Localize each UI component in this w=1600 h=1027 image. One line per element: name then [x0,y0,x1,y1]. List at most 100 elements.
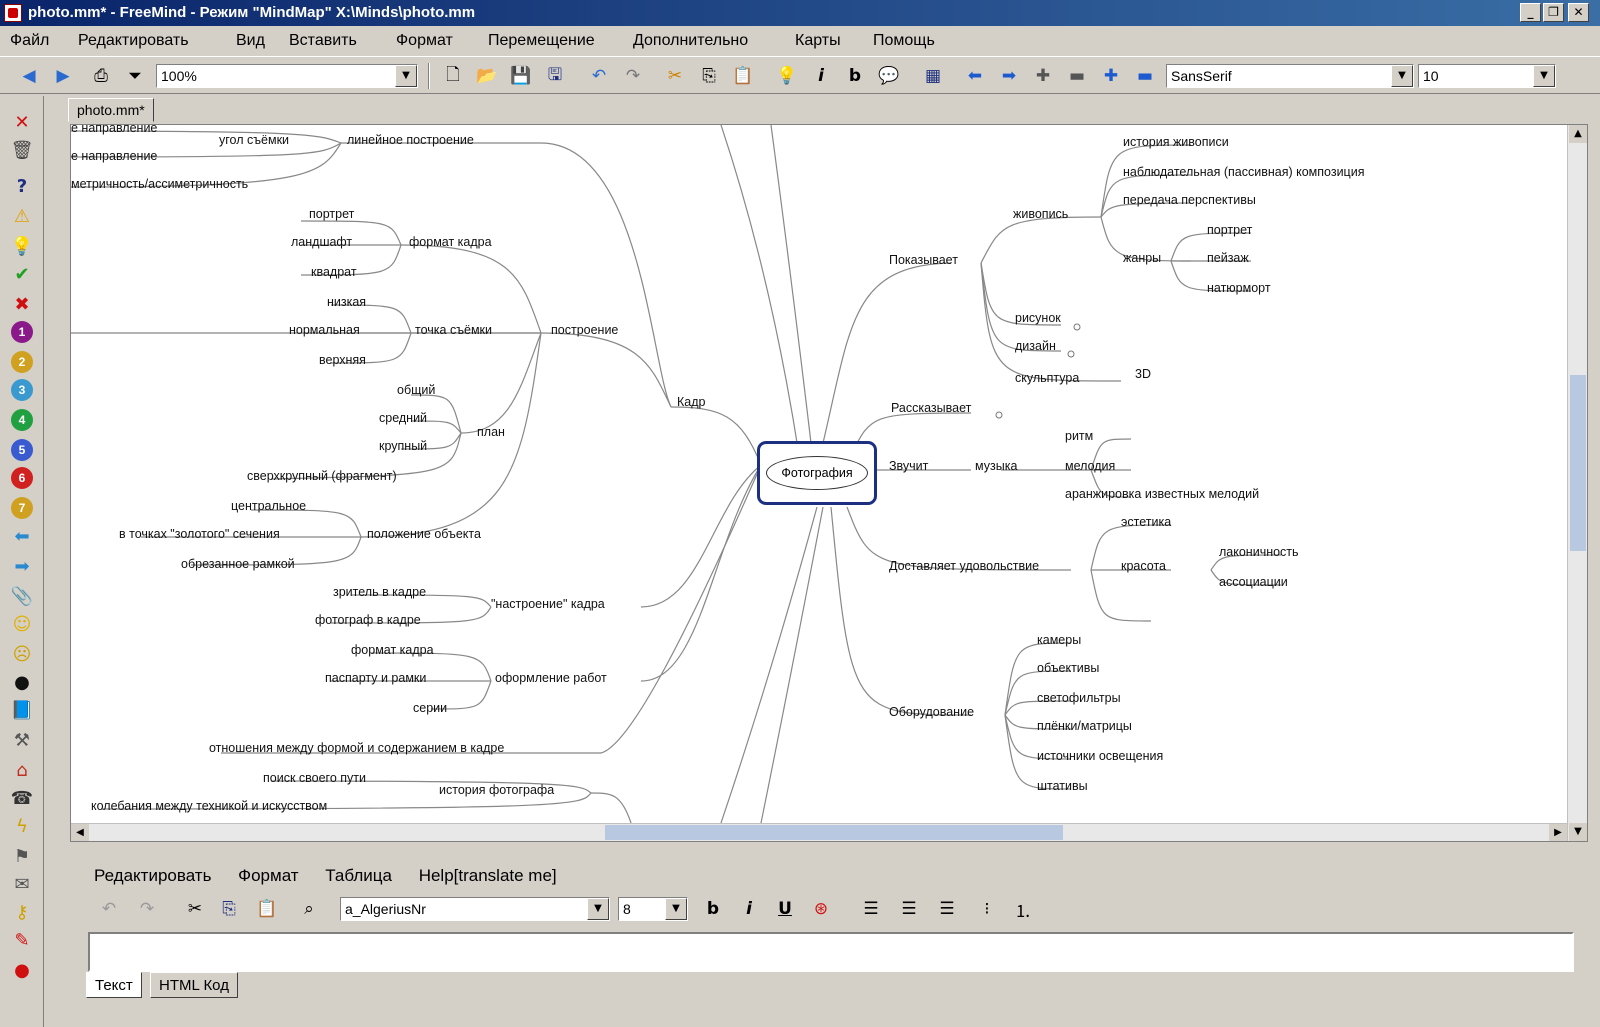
menu-edit[interactable]: Редактировать [78,32,189,50]
node-angle-2[interactable]: е направление [71,149,157,163]
node-associations[interactable]: ассоциации [1219,575,1288,589]
cancel-icon[interactable]: ✖ [8,290,36,318]
node-shows[interactable]: Показывает [889,253,958,267]
bold-icon[interactable]: b [842,63,868,89]
lightning-icon[interactable]: ϟ [8,812,36,840]
scroll-up-icon[interactable]: ▲ [1569,125,1587,143]
node-sculpture[interactable]: скульптура [1015,371,1079,385]
expand-icon[interactable]: ✚ [1098,63,1124,89]
menu-maps[interactable]: Карты [795,32,841,50]
close-button[interactable]: ✕ [1568,3,1589,22]
question-icon[interactable]: ? [8,172,36,200]
align-center-icon[interactable]: ☰ [896,896,922,922]
cut-icon[interactable]: ✂ [662,63,688,89]
menu-tools[interactable]: Дополнительно [633,32,748,50]
new-file-icon[interactable]: 🗋 [440,63,466,89]
menu-navigate[interactable]: Перемещение [488,32,595,50]
node-mood-photographer[interactable]: фотограф в кадре [315,613,421,627]
copy-icon[interactable]: ⎘ [696,63,722,89]
underline-icon[interactable]: U [772,896,798,922]
phone-icon[interactable]: ☎ [8,784,36,812]
font-size-select[interactable]: 10 ▼ [1418,64,1556,88]
paste-icon[interactable]: 📋 [254,896,280,922]
node-tripods[interactable]: штативы [1037,779,1088,793]
node-history-path[interactable]: поиск своего пути [263,771,366,785]
maximize-button[interactable]: ❐ [1543,3,1564,22]
node-plan-medium[interactable]: средний [379,411,427,425]
node-angle-1[interactable]: е направление [71,125,157,135]
smiley-icon[interactable]: ☺ [8,610,36,638]
node-composition[interactable]: наблюдательная (пассивная) композиция [1123,165,1364,179]
key-icon[interactable]: ⚷ [8,898,36,926]
node-laconic[interactable]: лаконичность [1219,545,1299,559]
node-construction[interactable]: построение [551,323,618,337]
node-history[interactable]: история фотографа [439,783,554,797]
chevron-down-icon[interactable]: ▼ [1391,65,1413,87]
filter-icon[interactable]: ⏷ [122,63,148,89]
chevron-down-icon[interactable]: ▼ [1533,65,1555,87]
paste-icon[interactable]: 📋 [730,63,756,89]
priority-3-icon[interactable]: 3 [8,376,36,404]
node-format-square[interactable]: квадрат [311,265,357,279]
sad-face-icon[interactable]: ☹ [8,640,36,668]
copy-icon[interactable]: ⎘ [216,896,242,922]
note-menu-format[interactable]: Формат [238,866,298,885]
save-as-icon[interactable]: 🖫 [542,63,568,89]
redo-icon[interactable]: ↷ [620,63,646,89]
node-melody[interactable]: мелодия [1065,459,1115,473]
arrow-right-icon[interactable]: ➡ [996,63,1022,89]
node-frame[interactable]: Кадр [677,395,705,409]
node-sounds[interactable]: Звучит [889,459,928,473]
back-arrow-icon[interactable]: ⬅ [8,522,36,550]
node-films[interactable]: плёнки/матрицы [1037,719,1132,733]
home-icon[interactable]: ⌂ [8,756,36,784]
node-perspective[interactable]: передача перспективы [1123,193,1256,207]
menu-file[interactable]: Файл [10,32,49,50]
numbered-list-icon[interactable]: ⒈ [1010,896,1036,922]
node-plan-large[interactable]: крупный [379,439,427,453]
node-cameras[interactable]: камеры [1037,633,1081,647]
open-folder-icon[interactable]: 📂 [474,63,500,89]
minimize-button[interactable]: _ [1520,3,1541,22]
priority-4-icon[interactable]: 4 [8,406,36,434]
priority-2-icon[interactable]: 2 [8,348,36,376]
node-point-normal[interactable]: нормальная [289,323,360,337]
cut-icon[interactable]: ✂ [182,896,208,922]
tab-text[interactable]: Текст [86,972,142,998]
node-point-high[interactable]: верхняя [319,353,366,367]
color-icon[interactable]: ⊛ [808,896,834,922]
hammer-icon[interactable]: ⚒ [8,726,36,754]
menu-format[interactable]: Формат [396,32,453,50]
menu-help[interactable]: Помощь [873,32,935,50]
node-rhythm[interactable]: ритм [1065,429,1093,443]
align-right-icon[interactable]: ☰ [934,896,960,922]
trash-icon[interactable]: 🗑 [8,136,36,164]
collapse-icon[interactable]: ▬ [1132,63,1158,89]
remove-icon[interactable]: ✕ [8,108,36,136]
undo-icon[interactable]: ↶ [96,896,122,922]
node-position-cut[interactable]: обрезанное рамкой [181,557,295,571]
idea-icon[interactable]: 💡 [774,63,800,89]
grid-icon[interactable]: ▦ [920,63,946,89]
node-filters[interactable]: светофильтры [1037,691,1121,705]
node-angle[interactable]: угол съёмки [219,133,289,147]
node-plan-general[interactable]: общий [397,383,435,397]
checkmark-icon[interactable]: ✔ [8,260,36,288]
warning-icon[interactable]: ⚠ [8,202,36,230]
node-format-portrait[interactable]: портрет [309,207,354,221]
back-icon[interactable]: ◀ [16,63,42,89]
note-menu-edit[interactable]: Редактировать [94,866,211,885]
chevron-down-icon[interactable]: ▼ [395,65,417,87]
stop-icon[interactable]: ● [8,956,36,984]
node-genres[interactable]: жанры [1123,251,1161,265]
bullet-list-icon[interactable]: ⁝ [974,896,1000,922]
node-painting[interactable]: живопись [1013,207,1068,221]
node-linear[interactable]: линейное построение [347,133,474,147]
node-point[interactable]: точка съёмки [415,323,492,337]
add-node-icon[interactable]: ✚ [1030,63,1056,89]
priority-7-icon[interactable]: 7 [8,494,36,522]
bomb-icon[interactable]: ● [8,668,36,696]
note-menu-help[interactable]: Help[translate me] [419,866,557,885]
node-landscape[interactable]: пейзаж [1207,251,1249,265]
node-point-low[interactable]: низкая [327,295,366,309]
